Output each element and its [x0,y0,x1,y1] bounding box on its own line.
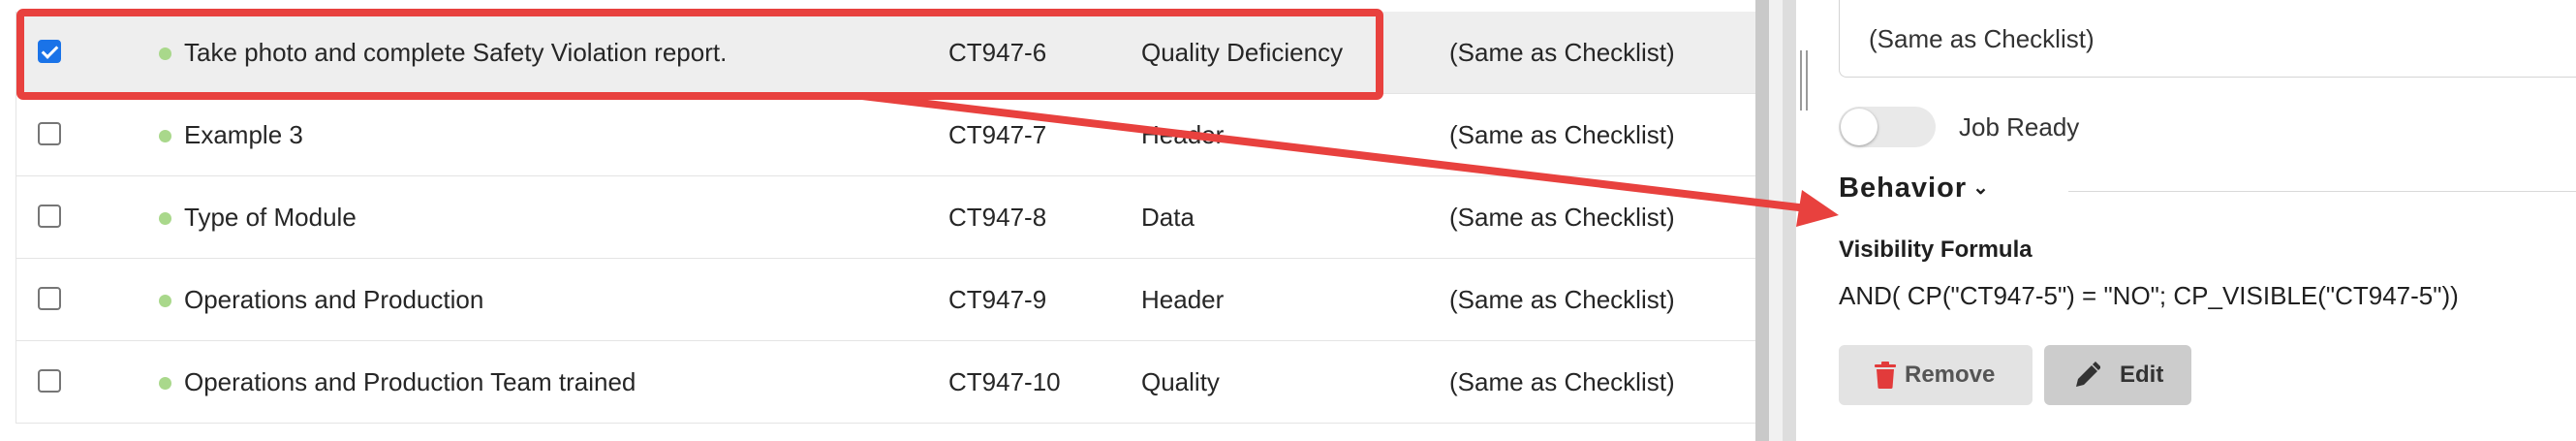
item-name: Type of Module [184,203,357,232]
status-dot-icon [159,295,171,307]
panel-splitter[interactable] [1755,0,1796,441]
item-name: Take photo and complete Safety Violation… [184,38,728,67]
edit-button[interactable]: Edit [2044,345,2191,405]
item-type: Data [1141,203,1195,232]
edit-label: Edit [2120,362,2164,388]
table-row[interactable]: Type of Module CT947-8 Data (Same as Che… [16,176,1755,259]
item-checklist: (Same as Checklist) [1449,38,1675,67]
row-checkbox[interactable] [38,287,61,310]
item-type: Quality Deficiency [1141,38,1344,67]
item-name: Operations and Production Team trained [184,367,636,396]
table-row[interactable]: Example 3 CT947-7 Header (Same as Checkl… [16,94,1755,176]
table-row[interactable]: Operations and Production Team trained C… [16,341,1755,424]
item-code: CT947-8 [948,203,1047,232]
visibility-formula-text: AND( CP("CT947-5") = "NO"; CP_VISIBLE("C… [1839,281,2459,310]
pencil-icon [2076,362,2100,387]
assignee-field[interactable]: (Same as Checklist) [1839,0,2576,78]
row-checkbox[interactable] [38,40,61,63]
item-checklist: (Same as Checklist) [1449,367,1675,396]
remove-button[interactable]: Remove [1839,345,2033,405]
job-ready-label: Job Ready [1959,112,2080,142]
item-checklist: (Same as Checklist) [1449,120,1675,149]
table-row[interactable]: Take photo and complete Safety Violation… [16,12,1755,94]
item-code: CT947-10 [948,367,1061,396]
job-ready-toggle[interactable] [1839,107,1936,147]
checklist-items-table: Take photo and complete Safety Violation… [0,0,1755,441]
status-dot-icon [159,47,171,60]
trash-icon [1875,362,1896,389]
item-type: Quality [1141,367,1220,396]
splitter-bar-left [1755,0,1769,441]
toggle-knob [1841,109,1878,145]
item-checklist: (Same as Checklist) [1449,285,1675,314]
table-row[interactable]: Operations and Production CT947-9 Header… [16,259,1755,341]
item-details-panel: (Same as Checklist) Job Ready Behavior ⌄ … [1812,0,2576,441]
item-code: CT947-6 [948,38,1047,67]
item-name: Example 3 [184,120,303,149]
status-dot-icon [159,212,171,225]
status-dot-icon [159,377,171,390]
chevron-down-icon: ⌄ [1972,177,1990,199]
item-checklist: (Same as Checklist) [1449,203,1675,232]
visibility-formula-label: Visibility Formula [1839,236,2033,263]
item-type: Header [1141,285,1225,314]
drag-handle-icon[interactable] [1800,50,1808,110]
row-checkbox[interactable] [38,205,61,228]
item-type: Header [1141,120,1225,149]
row-checkbox[interactable] [38,369,61,393]
behavior-section-toggle[interactable]: Behavior ⌄ [1839,173,1990,205]
behavior-heading: Behavior [1839,173,1968,204]
splitter-bar-right [1783,0,1796,441]
item-code: CT947-9 [948,285,1047,314]
status-dot-icon [159,130,171,142]
row-checkbox[interactable] [38,122,61,145]
item-code: CT947-7 [948,120,1047,149]
remove-label: Remove [1905,362,1996,388]
section-divider [2068,191,2576,192]
item-name: Operations and Production [184,285,484,314]
